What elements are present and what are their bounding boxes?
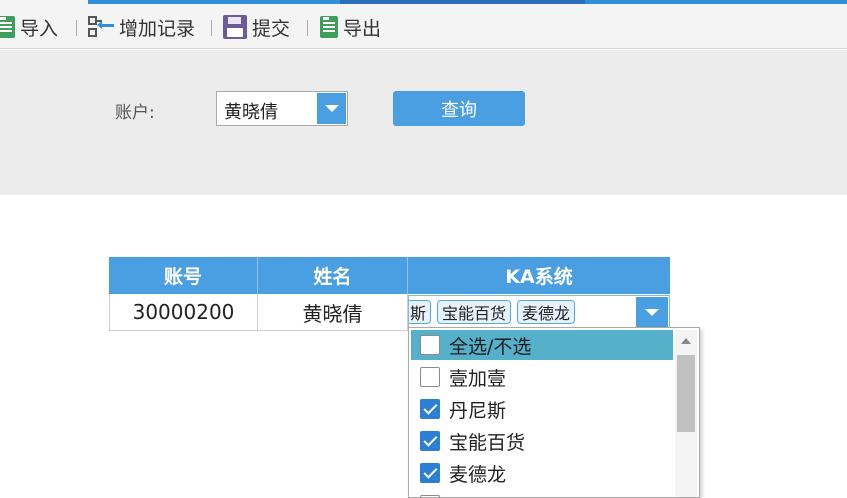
selected-tag[interactable]: 麦德龙 — [517, 300, 576, 324]
selected-tag[interactable]: 宝能百货 — [437, 300, 512, 324]
account-select-value: 黄晓倩 — [224, 102, 278, 123]
export-button[interactable]: 导出 — [320, 13, 381, 41]
option-label: 丹尼斯 — [449, 399, 507, 422]
selected-tags-viewport: 丹尼斯宝能百货麦德龙 — [409, 296, 637, 328]
checkbox-checked[interactable] — [420, 431, 440, 451]
export-label: 导出 — [343, 17, 382, 40]
column-header-name: 姓名 — [258, 257, 408, 294]
option-select-all[interactable]: 全选/不选 — [411, 330, 673, 360]
checkbox-checked[interactable] — [420, 463, 440, 483]
add-record-label: 增加记录 — [119, 17, 196, 40]
submit-label: 提交 — [252, 17, 291, 40]
submit-button[interactable]: 提交 — [223, 13, 290, 41]
option-item[interactable]: 宝能百货 — [411, 426, 673, 456]
option-item[interactable]: 壹加壹 — [411, 362, 673, 392]
add-row-icon — [88, 16, 114, 38]
option-label: 麦德龙 — [449, 463, 507, 486]
checkbox-unchecked[interactable] — [420, 367, 440, 387]
ka-system-options-list: 全选/不选壹加壹丹尼斯宝能百货麦德龙世纪联华 — [408, 327, 700, 498]
account-select[interactable]: 黄晓倩 — [216, 91, 348, 126]
ka-system-multiselect[interactable]: 丹尼斯宝能百货麦德龙 — [408, 295, 670, 329]
column-header-account: 账号 — [109, 257, 258, 294]
column-header-ka-system: KA系统 — [408, 257, 670, 294]
option-label: 世纪联华 — [449, 492, 525, 498]
import-button[interactable]: 导入 — [0, 13, 58, 41]
option-item[interactable]: 丹尼斯 — [411, 394, 673, 424]
chevron-up-icon — [681, 338, 691, 344]
ka-system-dropdown-button[interactable] — [636, 297, 668, 327]
spreadsheet-icon — [0, 16, 15, 38]
account-label: 账户: — [115, 103, 155, 123]
chevron-down-icon — [645, 308, 659, 316]
checkbox-unchecked[interactable] — [420, 335, 440, 355]
import-label: 导入 — [20, 17, 59, 40]
scroll-up-arrow[interactable] — [675, 330, 697, 352]
option-label: 宝能百货 — [449, 431, 526, 454]
selected-tags: 丹尼斯宝能百货麦德龙 — [409, 300, 576, 324]
chevron-down-icon — [324, 105, 339, 112]
toolbar-separator — [307, 20, 308, 36]
cell-name[interactable]: 黄晓倩 — [258, 294, 408, 331]
option-item[interactable]: 麦德龙 — [411, 458, 673, 488]
selected-tag[interactable]: 丹尼斯 — [409, 300, 432, 324]
option-item[interactable]: 世纪联华 — [411, 490, 673, 498]
scrollbar[interactable] — [675, 330, 697, 497]
option-label: 全选/不选 — [449, 335, 532, 358]
query-button[interactable]: 查询 — [393, 91, 525, 126]
scrollbar-thumb[interactable] — [677, 355, 695, 432]
toolbar-separator — [76, 20, 77, 36]
toolbar: 导入 增加记录 提交 导出 — [0, 4, 847, 49]
cell-account[interactable]: 30000200 — [109, 294, 258, 331]
checkbox-checked[interactable] — [420, 399, 440, 419]
account-dropdown-button[interactable] — [317, 93, 346, 124]
toolbar-separator — [211, 20, 212, 36]
option-label: 壹加壹 — [449, 367, 507, 390]
save-disk-icon — [223, 15, 247, 39]
spreadsheet-icon — [320, 16, 338, 38]
add-record-button[interactable]: 增加记录 — [88, 13, 195, 41]
